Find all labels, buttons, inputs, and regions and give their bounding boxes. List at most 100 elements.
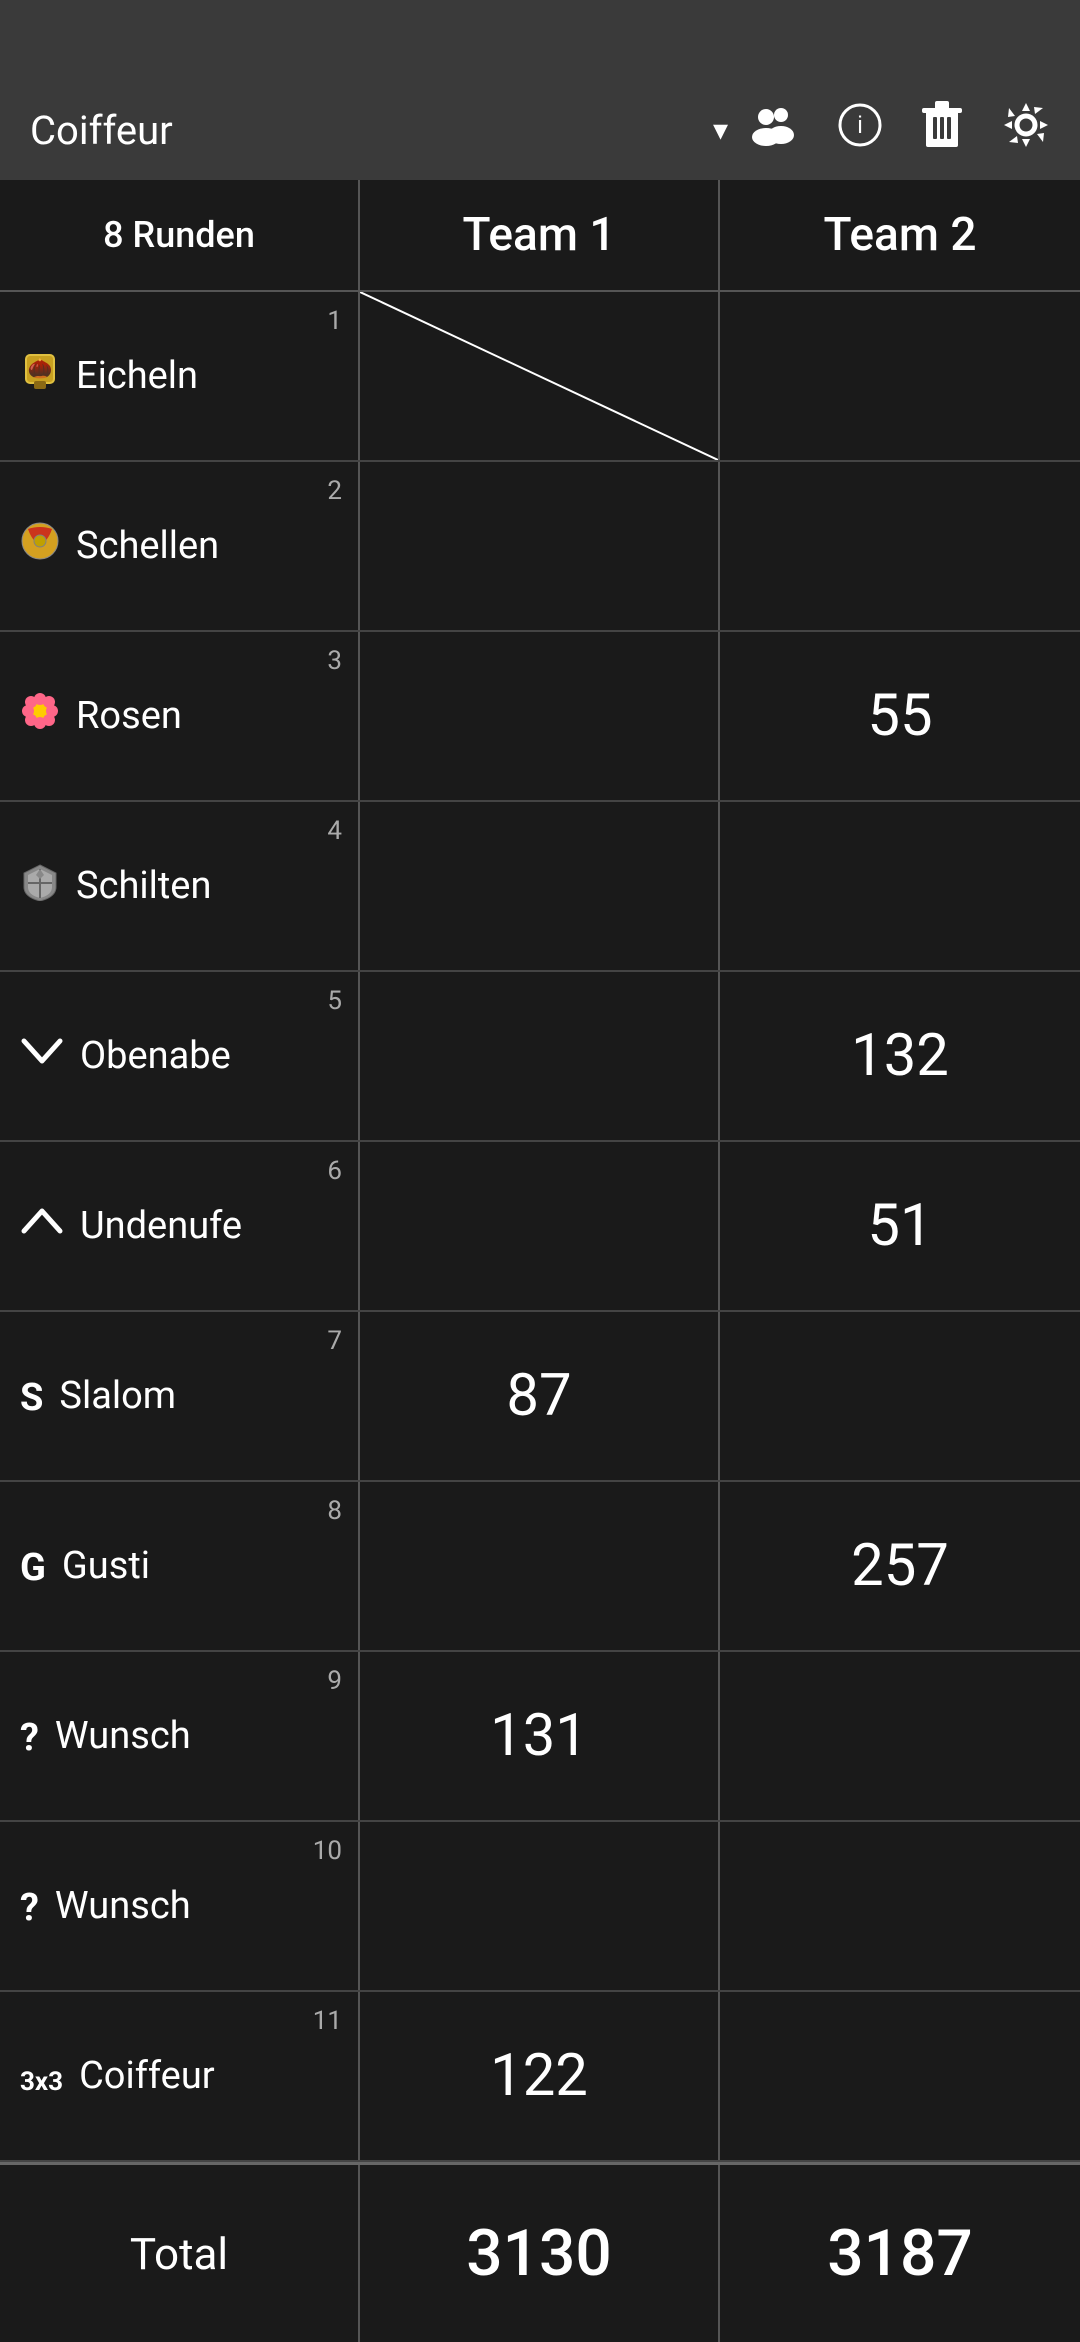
table-header: 8 Runden Team 1 Team 2 xyxy=(0,180,1080,292)
row-team2-wunsch[interactable] xyxy=(720,1652,1080,1820)
row-icon-eicheln: 🌰 xyxy=(20,351,60,402)
team2-value: 257 xyxy=(851,1532,949,1600)
row-label-gusti: G Gusti 8 xyxy=(0,1482,360,1650)
row-team2-undenufe[interactable]: 51 xyxy=(720,1142,1080,1310)
table-row[interactable]: ? Wunsch 9 131 xyxy=(0,1652,1080,1822)
app-title: Coiffeur xyxy=(30,107,693,154)
row-name: Wunsch xyxy=(55,1714,191,1758)
team2-value: 51 xyxy=(867,1192,932,1260)
row-name: Schilten xyxy=(76,864,211,908)
row-team1-gusti[interactable] xyxy=(360,1482,720,1650)
status-bar xyxy=(0,0,1080,80)
svg-text:i: i xyxy=(857,112,862,139)
team1-value: 122 xyxy=(490,2042,588,2110)
table-row[interactable]: G Gusti 8 257 xyxy=(0,1482,1080,1652)
row-number: 9 xyxy=(327,1666,342,1696)
row-name: Eicheln xyxy=(76,354,198,398)
row-icon-undenufe xyxy=(20,1201,64,1252)
row-team1-eicheln[interactable] xyxy=(360,292,720,460)
svg-text:🌰: 🌰 xyxy=(28,356,53,380)
table-row[interactable]: Schellen 2 xyxy=(0,462,1080,632)
row-number: 2 xyxy=(327,476,342,506)
row-team1-wunsch2[interactable] xyxy=(360,1822,720,1990)
row-name: Gusti xyxy=(62,1544,150,1588)
row-number: 8 xyxy=(327,1496,342,1526)
row-team1-schilten[interactable] xyxy=(360,802,720,970)
toolbar-actions: i xyxy=(748,101,1050,160)
info-icon[interactable]: i xyxy=(838,103,882,158)
row-team2-coiffeur[interactable] xyxy=(720,1992,1080,2160)
total-row: Total 3130 3187 xyxy=(0,2162,1080,2342)
row-name: Wunsch xyxy=(55,1884,191,1928)
row-label-undenufe: Undenufe 6 xyxy=(0,1142,360,1310)
table-row[interactable]: Obenabe 5 132 xyxy=(0,972,1080,1142)
row-label-slalom: S Slalom 7 xyxy=(0,1312,360,1480)
row-icon-wunsch: ? xyxy=(20,1712,39,1761)
row-icon-slalom: S xyxy=(20,1372,43,1421)
team2-value: 55 xyxy=(867,682,932,750)
row-team2-slalom[interactable] xyxy=(720,1312,1080,1480)
row-number: 6 xyxy=(327,1156,342,1186)
table-row[interactable]: S Slalom 7 87 xyxy=(0,1312,1080,1482)
row-number: 1 xyxy=(327,306,342,336)
table-row[interactable]: ? Wunsch 10 xyxy=(0,1822,1080,1992)
row-team2-rosen[interactable]: 55 xyxy=(720,632,1080,800)
row-team2-eicheln[interactable] xyxy=(720,292,1080,460)
row-team1-rosen[interactable] xyxy=(360,632,720,800)
row-team2-gusti[interactable]: 257 xyxy=(720,1482,1080,1650)
row-name: Rosen xyxy=(76,694,182,738)
row-icon-coiffeur: 3x3 xyxy=(20,2052,63,2101)
row-name: Slalom xyxy=(59,1374,176,1418)
row-team2-wunsch2[interactable] xyxy=(720,1822,1080,1990)
row-icon-gusti: G xyxy=(20,1542,46,1591)
row-number: 5 xyxy=(327,986,342,1016)
row-label-coiffeur: 3x3 Coiffeur 11 xyxy=(0,1992,360,2160)
row-label-eicheln: 🌰 Eicheln 1 xyxy=(0,292,360,460)
dropdown-icon[interactable]: ▾ xyxy=(713,113,728,148)
table-row[interactable]: Rosen 3 55 xyxy=(0,632,1080,802)
table-row[interactable]: Schilten 4 xyxy=(0,802,1080,972)
row-team1-coiffeur[interactable]: 122 xyxy=(360,1992,720,2160)
total-team2: 3187 xyxy=(720,2165,1080,2342)
row-team2-schilten[interactable] xyxy=(720,802,1080,970)
row-team2-obenabe[interactable]: 132 xyxy=(720,972,1080,1140)
row-icon-schilten xyxy=(20,861,60,912)
table-row[interactable]: 🌰 Eicheln 1 xyxy=(0,292,1080,462)
row-name: Undenufe xyxy=(80,1204,242,1248)
row-label-wunsch: ? Wunsch 9 xyxy=(0,1652,360,1820)
score-table: 8 Runden Team 1 Team 2 🌰 Eicheln 1 Schel… xyxy=(0,180,1080,2342)
table-body: 🌰 Eicheln 1 Schellen 2 Rosen 3 xyxy=(0,292,1080,2162)
row-team1-wunsch[interactable]: 131 xyxy=(360,1652,720,1820)
row-number: 7 xyxy=(327,1326,342,1356)
team2-value: 132 xyxy=(851,1022,949,1090)
table-row[interactable]: Undenufe 6 51 xyxy=(0,1142,1080,1312)
row-label-schilten: Schilten 4 xyxy=(0,802,360,970)
row-team1-undenufe[interactable] xyxy=(360,1142,720,1310)
team2-header[interactable]: Team 2 xyxy=(720,180,1080,290)
toolbar: Coiffeur ▾ i xyxy=(0,80,1080,180)
row-icon-rosen xyxy=(20,691,60,742)
row-name: Obenabe xyxy=(80,1034,231,1078)
team1-header[interactable]: Team 1 xyxy=(360,180,720,290)
users-icon[interactable] xyxy=(748,103,798,158)
row-team2-schellen[interactable] xyxy=(720,462,1080,630)
team1-value: 87 xyxy=(506,1362,571,1430)
row-label-rosen: Rosen 3 xyxy=(0,632,360,800)
row-number: 11 xyxy=(313,2006,342,2036)
team1-value: 131 xyxy=(490,1702,588,1770)
table-row[interactable]: 3x3 Coiffeur 11 122 xyxy=(0,1992,1080,2162)
delete-icon[interactable] xyxy=(922,101,962,160)
settings-icon[interactable] xyxy=(1002,101,1050,160)
total-team1: 3130 xyxy=(360,2165,720,2342)
row-team1-slalom[interactable]: 87 xyxy=(360,1312,720,1480)
total-label: Total xyxy=(0,2165,360,2342)
row-number: 3 xyxy=(327,646,342,676)
row-name: Schellen xyxy=(76,524,219,568)
row-team1-schellen[interactable] xyxy=(360,462,720,630)
row-name: Coiffeur xyxy=(79,2054,215,2098)
row-number: 10 xyxy=(313,1836,342,1866)
row-label-obenabe: Obenabe 5 xyxy=(0,972,360,1140)
row-team1-obenabe[interactable] xyxy=(360,972,720,1140)
row-icon-wunsch2: ? xyxy=(20,1882,39,1931)
rounds-header: 8 Runden xyxy=(0,180,360,290)
